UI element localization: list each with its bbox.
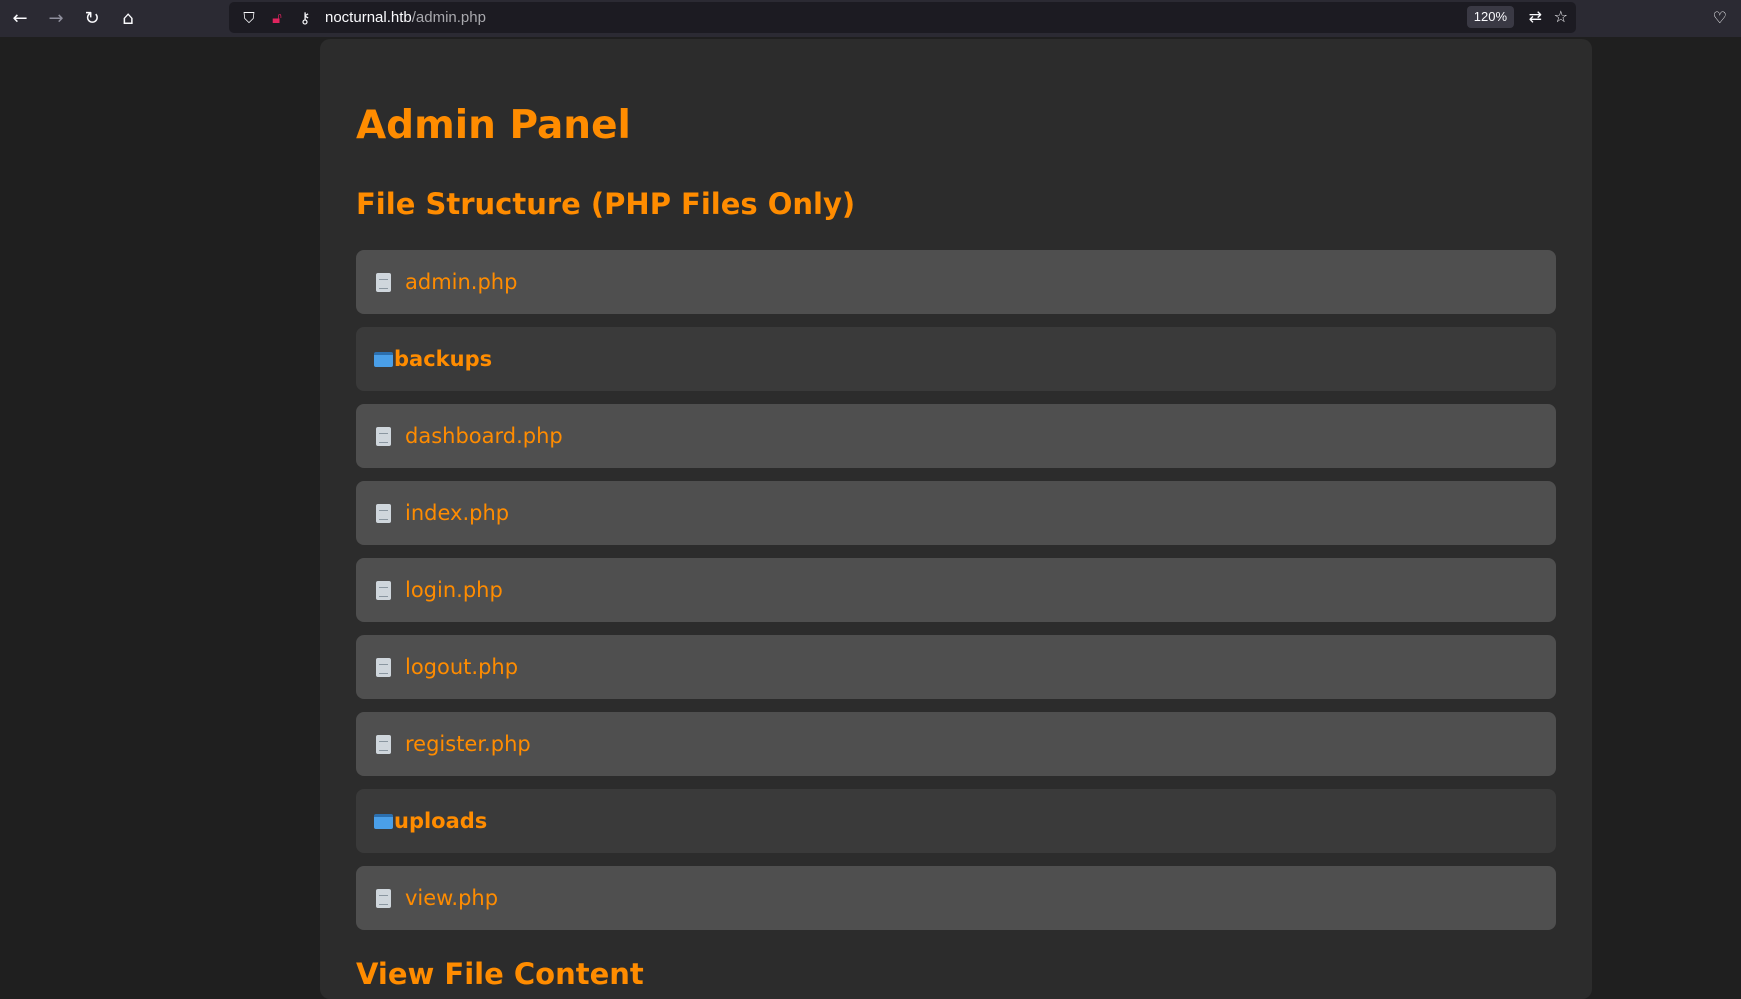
shield-icon[interactable]: ⛉ (241, 9, 257, 27)
file-icon (376, 272, 391, 292)
folder-icon (374, 351, 393, 367)
file-icon (376, 426, 391, 446)
file-item[interactable]: admin.php (356, 250, 1556, 314)
view-file-content-heading: View File Content (356, 957, 644, 991)
folder-icon (374, 813, 393, 829)
file-link[interactable]: index.php (405, 501, 509, 525)
file-link[interactable]: register.php (405, 732, 531, 756)
file-item[interactable]: view.php (356, 866, 1556, 930)
forward-icon[interactable]: → (38, 0, 74, 37)
folder-item[interactable]: backups (356, 327, 1556, 391)
folder-link[interactable]: backups (394, 347, 492, 371)
pocket-icon[interactable]: ♡ (1713, 8, 1727, 27)
file-structure-heading: File Structure (PHP Files Only) (356, 187, 856, 221)
browser-toolbar: ← → ↻ ⌂ ⛉ 🔓︎ ⚷ nocturnal.htb/admin.php 1… (0, 0, 1741, 37)
reload-icon[interactable]: ↻ (74, 0, 110, 37)
key-icon[interactable]: ⚷ (297, 9, 313, 27)
file-icon (376, 888, 391, 908)
zoom-level-button[interactable]: 120% (1466, 6, 1514, 28)
file-item[interactable]: logout.php (356, 635, 1556, 699)
bookmark-star-icon[interactable]: ☆ (1554, 7, 1568, 26)
admin-panel-container: Admin Panel File Structure (PHP Files On… (320, 39, 1592, 999)
file-icon (376, 580, 391, 600)
url-text[interactable]: nocturnal.htb/admin.php (325, 9, 486, 26)
insecure-lock-icon[interactable]: 🔓︎ (269, 9, 285, 27)
home-icon[interactable]: ⌂ (110, 0, 146, 37)
file-item[interactable]: login.php (356, 558, 1556, 622)
file-link[interactable]: dashboard.php (405, 424, 563, 448)
file-link[interactable]: login.php (405, 578, 503, 602)
file-link[interactable]: view.php (405, 886, 498, 910)
file-item[interactable]: register.php (356, 712, 1556, 776)
page-title: Admin Panel (356, 103, 631, 148)
file-icon (376, 734, 391, 754)
file-icon (376, 657, 391, 677)
file-item[interactable]: dashboard.php (356, 404, 1556, 468)
url-host: nocturnal.htb (325, 9, 412, 26)
translate-icon[interactable]: ⇄ (1529, 7, 1542, 26)
url-path: /admin.php (411, 9, 486, 26)
file-icon (376, 503, 391, 523)
file-link[interactable]: logout.php (405, 655, 518, 679)
file-link[interactable]: admin.php (405, 270, 517, 294)
address-bar[interactable]: ⛉ 🔓︎ ⚷ nocturnal.htb/admin.php 120% ⇄ ☆ (229, 2, 1576, 33)
folder-item[interactable]: uploads (356, 789, 1556, 853)
file-item[interactable]: index.php (356, 481, 1556, 545)
folder-link[interactable]: uploads (394, 809, 487, 833)
back-icon[interactable]: ← (2, 0, 38, 37)
